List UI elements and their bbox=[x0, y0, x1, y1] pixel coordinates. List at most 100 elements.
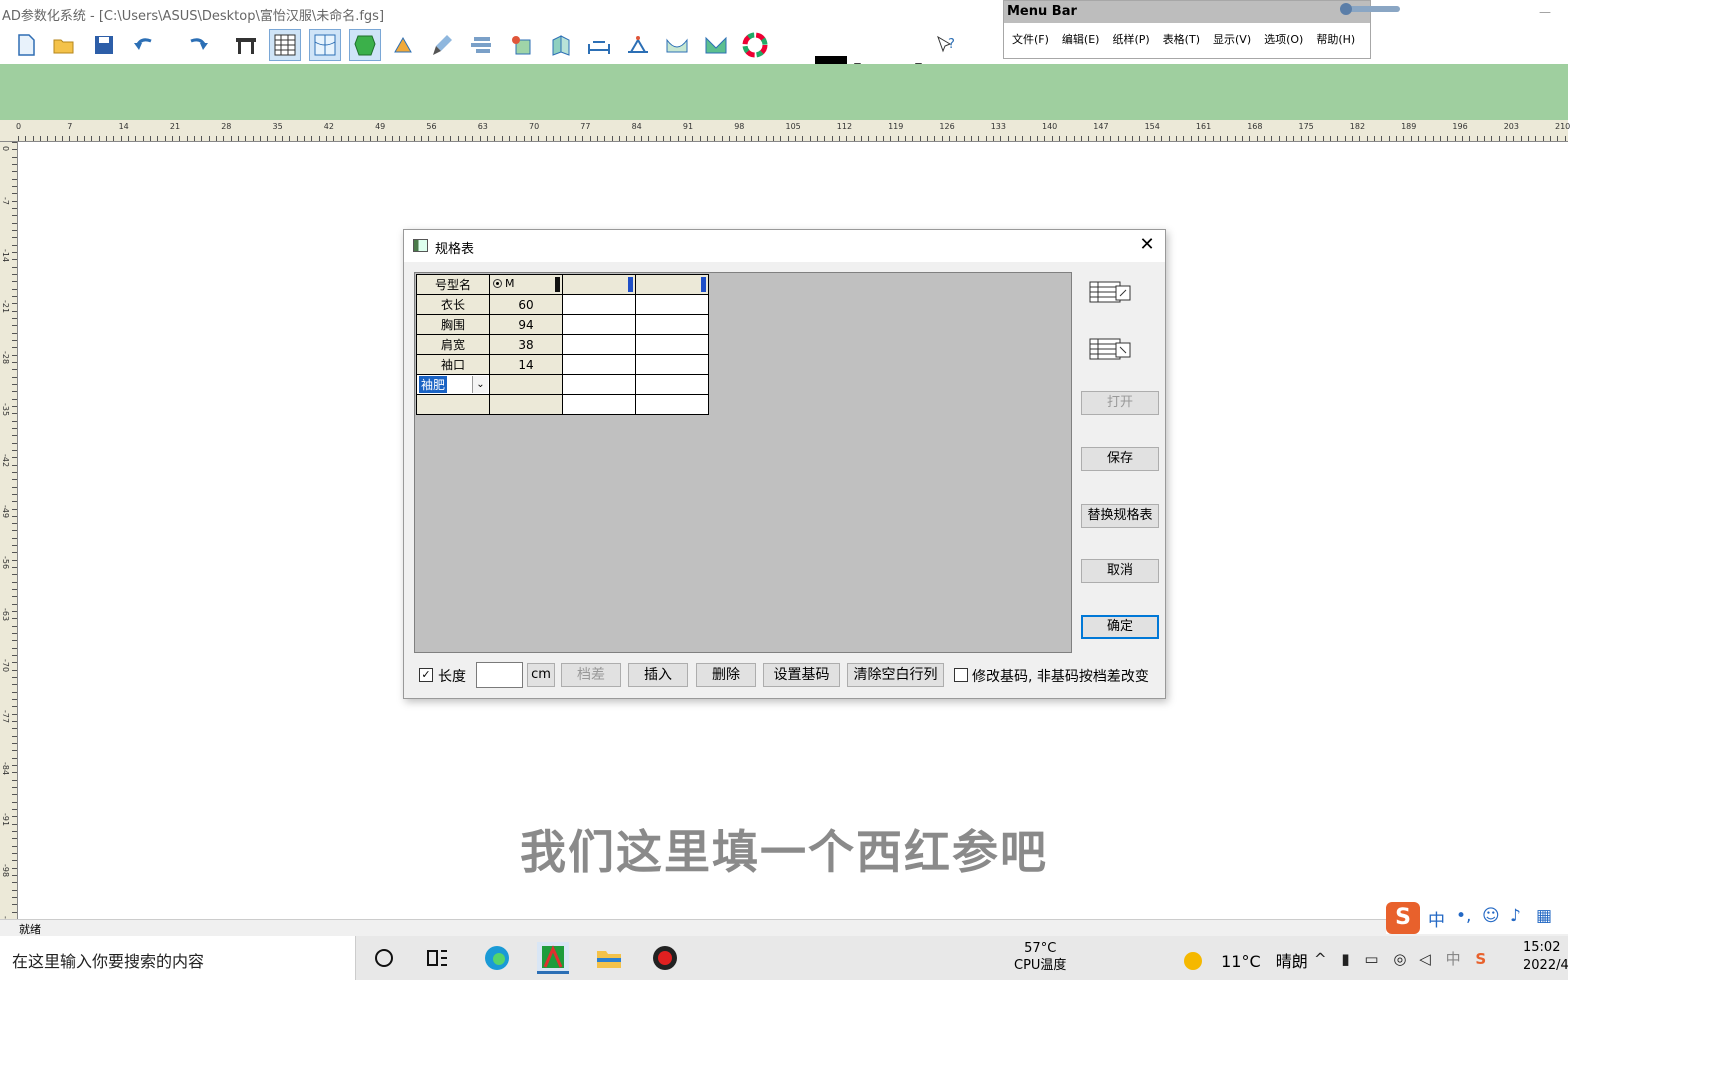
redo-icon[interactable] bbox=[182, 29, 214, 61]
new-file-icon[interactable] bbox=[10, 29, 42, 61]
unit-button[interactable]: cm bbox=[527, 663, 555, 687]
part-name-cell[interactable]: 肩宽 bbox=[416, 334, 490, 355]
part-name-cell[interactable] bbox=[416, 394, 490, 415]
grade-button[interactable]: 档差 bbox=[561, 663, 621, 687]
volume-icon[interactable]: ◁ bbox=[1419, 950, 1431, 968]
value-cell[interactable] bbox=[635, 334, 709, 355]
microphone-icon[interactable]: ♪ bbox=[1510, 906, 1521, 926]
value-cell[interactable] bbox=[562, 354, 636, 375]
menu-file[interactable]: 文件(F) bbox=[1012, 31, 1049, 47]
size-color-mark[interactable] bbox=[628, 277, 633, 292]
value-cell[interactable]: 60 bbox=[489, 294, 563, 315]
part-name-cell[interactable]: 胸围 bbox=[416, 314, 490, 335]
menu-edit[interactable]: 编辑(E) bbox=[1062, 31, 1100, 47]
size-color-mark[interactable] bbox=[701, 277, 706, 292]
length-checkbox[interactable]: ✓ bbox=[419, 668, 433, 682]
ime-punct[interactable]: •, bbox=[1456, 906, 1471, 926]
sogou-ime-icon[interactable]: S bbox=[1386, 902, 1420, 934]
microphone-icon[interactable]: ▮ bbox=[1341, 950, 1349, 968]
cad-app-icon[interactable] bbox=[537, 942, 569, 974]
modify-base-checkbox[interactable] bbox=[954, 668, 968, 682]
taskbar-search[interactable]: 在这里输入你要搜索的内容 bbox=[0, 936, 356, 980]
size-header[interactable] bbox=[635, 274, 709, 295]
value-cell[interactable] bbox=[489, 394, 563, 415]
menu-help[interactable]: 帮助(H) bbox=[1316, 31, 1355, 47]
open-button[interactable]: 打开 bbox=[1081, 391, 1159, 415]
combo-value[interactable]: 袖肥 bbox=[419, 376, 448, 393]
base-size-header[interactable]: M bbox=[489, 274, 563, 295]
value-cell[interactable]: 94 bbox=[489, 314, 563, 335]
export-table-icon[interactable] bbox=[1088, 333, 1136, 363]
menu-view[interactable]: 显示(V) bbox=[1213, 31, 1251, 47]
set-base-button[interactable]: 设置基码 bbox=[763, 663, 840, 687]
notch-icon[interactable] bbox=[622, 29, 654, 61]
battery-icon[interactable]: ▭ bbox=[1364, 950, 1378, 968]
value-cell[interactable] bbox=[562, 394, 636, 415]
tray-caret-icon[interactable]: ^ bbox=[1314, 950, 1327, 968]
value-cell[interactable] bbox=[635, 374, 709, 395]
value-cell[interactable] bbox=[562, 294, 636, 315]
value-cell[interactable]: 14 bbox=[489, 354, 563, 375]
color-wheel-icon[interactable] bbox=[739, 29, 771, 61]
base-radio-icon[interactable] bbox=[493, 279, 502, 288]
menu-table[interactable]: 表格(T) bbox=[1163, 31, 1200, 47]
undo-icon[interactable] bbox=[128, 29, 160, 61]
menu-bar-caption[interactable]: Menu Bar bbox=[1004, 1, 1370, 23]
screen-recorder-icon[interactable] bbox=[649, 942, 681, 974]
ruler-icon[interactable] bbox=[230, 29, 262, 61]
value-cell[interactable]: 38 bbox=[489, 334, 563, 355]
clock[interactable]: 15:02 2022/4 bbox=[1523, 939, 1569, 975]
value-cell[interactable] bbox=[635, 294, 709, 315]
part-name-combo[interactable]: 袖肥 ⌄ bbox=[416, 374, 490, 395]
ime-indicator[interactable]: 中 bbox=[1446, 950, 1461, 968]
curve-icon[interactable] bbox=[661, 29, 693, 61]
value-cell[interactable] bbox=[562, 374, 636, 395]
file-explorer-icon[interactable] bbox=[593, 942, 625, 974]
cortana-icon[interactable] bbox=[368, 942, 400, 974]
menu-options[interactable]: 选项(O) bbox=[1264, 31, 1303, 47]
value-cell[interactable] bbox=[635, 354, 709, 375]
cancel-button[interactable]: 取消 bbox=[1081, 559, 1159, 583]
replace-table-button[interactable]: 替换规格表 bbox=[1081, 504, 1159, 528]
weather-widget[interactable]: 11°C 晴朗 bbox=[1184, 948, 1308, 972]
clear-blank-button[interactable]: 清除空白行列 bbox=[847, 663, 944, 687]
value-cell[interactable] bbox=[489, 374, 563, 395]
task-view-icon[interactable] bbox=[422, 942, 454, 974]
piece-tool-icon[interactable] bbox=[388, 29, 420, 61]
piece-grade-icon[interactable] bbox=[505, 29, 537, 61]
length-input[interactable] bbox=[476, 662, 523, 688]
header-label-cell[interactable]: 号型名 bbox=[416, 274, 490, 295]
piece-copy-icon[interactable] bbox=[545, 29, 577, 61]
save-icon[interactable] bbox=[88, 29, 120, 61]
chevron-down-icon[interactable]: ⌄ bbox=[472, 376, 488, 393]
ime-mode[interactable]: 中 bbox=[1428, 906, 1445, 931]
pattern-grid-icon[interactable] bbox=[309, 29, 341, 61]
part-name-cell[interactable]: 衣长 bbox=[416, 294, 490, 315]
value-cell[interactable] bbox=[562, 314, 636, 335]
part-name-cell[interactable]: 袖口 bbox=[416, 354, 490, 375]
insert-button[interactable]: 插入 bbox=[628, 663, 688, 687]
brush-icon[interactable] bbox=[426, 29, 458, 61]
delete-button[interactable]: 删除 bbox=[696, 663, 756, 687]
menu-bar-slider[interactable] bbox=[1340, 3, 1400, 15]
ok-button[interactable]: 确定 bbox=[1081, 615, 1159, 639]
edge-icon[interactable] bbox=[481, 942, 513, 974]
import-table-icon[interactable] bbox=[1088, 276, 1136, 306]
network-icon[interactable]: ◎ bbox=[1393, 950, 1406, 968]
sogou-tray-icon[interactable]: S bbox=[1475, 950, 1486, 968]
value-cell[interactable] bbox=[562, 334, 636, 355]
measure-icon[interactable] bbox=[583, 29, 615, 61]
minimize-button[interactable]: — bbox=[1522, 0, 1568, 26]
spec-table-icon[interactable] bbox=[269, 29, 301, 61]
open-folder-icon[interactable] bbox=[48, 29, 80, 61]
size-header[interactable] bbox=[562, 274, 636, 295]
align-icon[interactable] bbox=[465, 29, 497, 61]
fold-icon[interactable] bbox=[700, 29, 732, 61]
emoji-icon[interactable]: ☺ bbox=[1482, 906, 1500, 926]
keyboard-icon[interactable]: ▦ bbox=[1536, 906, 1552, 926]
size-color-mark[interactable] bbox=[555, 277, 560, 292]
help-pointer-icon[interactable]: ? bbox=[930, 29, 962, 61]
green-piece-icon[interactable] bbox=[349, 29, 381, 61]
value-cell[interactable] bbox=[635, 314, 709, 335]
value-cell[interactable] bbox=[635, 394, 709, 415]
